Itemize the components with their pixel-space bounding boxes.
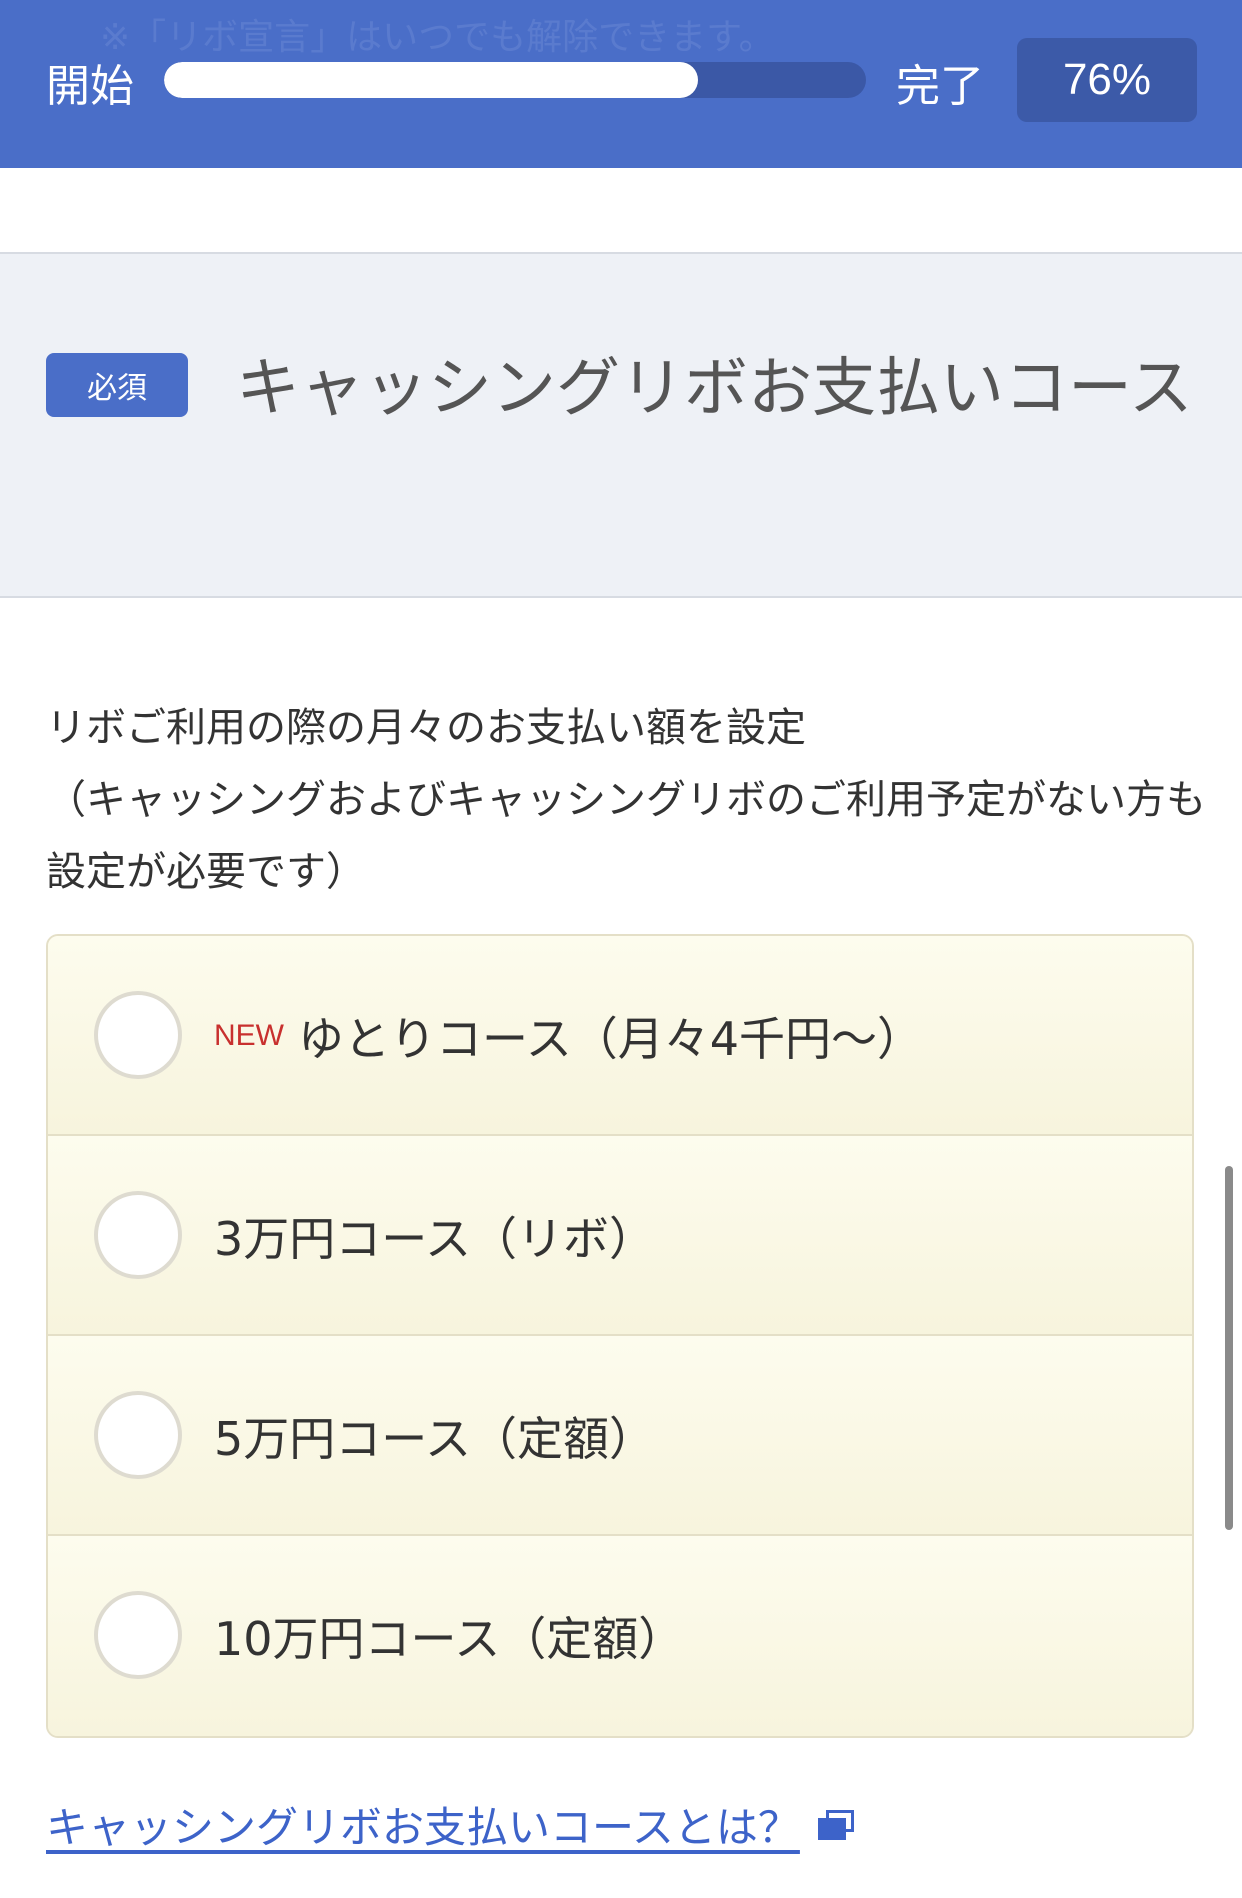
progress-end-label: 完了 <box>896 61 984 112</box>
radio-button[interactable] <box>94 1191 182 1279</box>
section-header: 必須 キャッシングリボお支払いコース <box>0 252 1242 598</box>
progress-bar <box>164 62 866 98</box>
course-options: NEW ゆとりコース（月々4千円〜） 3万円コース（リボ） 5万円コース（定額）… <box>46 934 1194 1738</box>
course-info-link-label: キャッシングリボお支払いコースとは？ <box>46 1803 800 1852</box>
course-info-link[interactable]: キャッシングリボお支払いコースとは？ <box>46 1794 854 1855</box>
course-option-label: 3万円コース（リボ） <box>214 1212 655 1266</box>
progress-percent-badge: 76% <box>1017 38 1197 122</box>
course-option-100000[interactable]: 10万円コース（定額） <box>48 1536 1192 1736</box>
course-option-30000[interactable]: 3万円コース（リボ） <box>48 1136 1192 1336</box>
section-title: キャッシングリボお支払いコース <box>236 352 1193 426</box>
progress-start-label: 開始 <box>46 61 134 112</box>
external-window-icon <box>817 1809 854 1840</box>
progress-bar-fill <box>164 62 698 98</box>
scrollbar[interactable] <box>1225 1166 1233 1530</box>
course-option-label: ゆとりコース（月々4千円〜） <box>298 1012 923 1066</box>
course-option-yutori[interactable]: NEW ゆとりコース（月々4千円〜） <box>48 936 1192 1136</box>
section-description: リボご利用の際の月々のお支払い額を設定 （キャッシングおよびキャッシングリボのご… <box>46 705 1206 895</box>
radio-button[interactable] <box>94 1391 182 1479</box>
new-tag: NEW <box>214 1019 284 1052</box>
course-option-label: 10万円コース（定額） <box>214 1612 685 1666</box>
page: ※「リボ宣言」はいつでも解除できます。 開始 完了 76% 必須 キャッシングリ… <box>0 0 1242 1898</box>
radio-button[interactable] <box>94 991 182 1079</box>
scrolled-note: ※「リボ宣言」はいつでも解除できます。 <box>100 17 775 58</box>
progress-header: ※「リボ宣言」はいつでも解除できます。 開始 完了 76% <box>0 0 1242 168</box>
course-option-50000[interactable]: 5万円コース（定額） <box>48 1336 1192 1536</box>
course-option-label: 5万円コース（定額） <box>214 1412 655 1466</box>
radio-button[interactable] <box>94 1591 182 1679</box>
